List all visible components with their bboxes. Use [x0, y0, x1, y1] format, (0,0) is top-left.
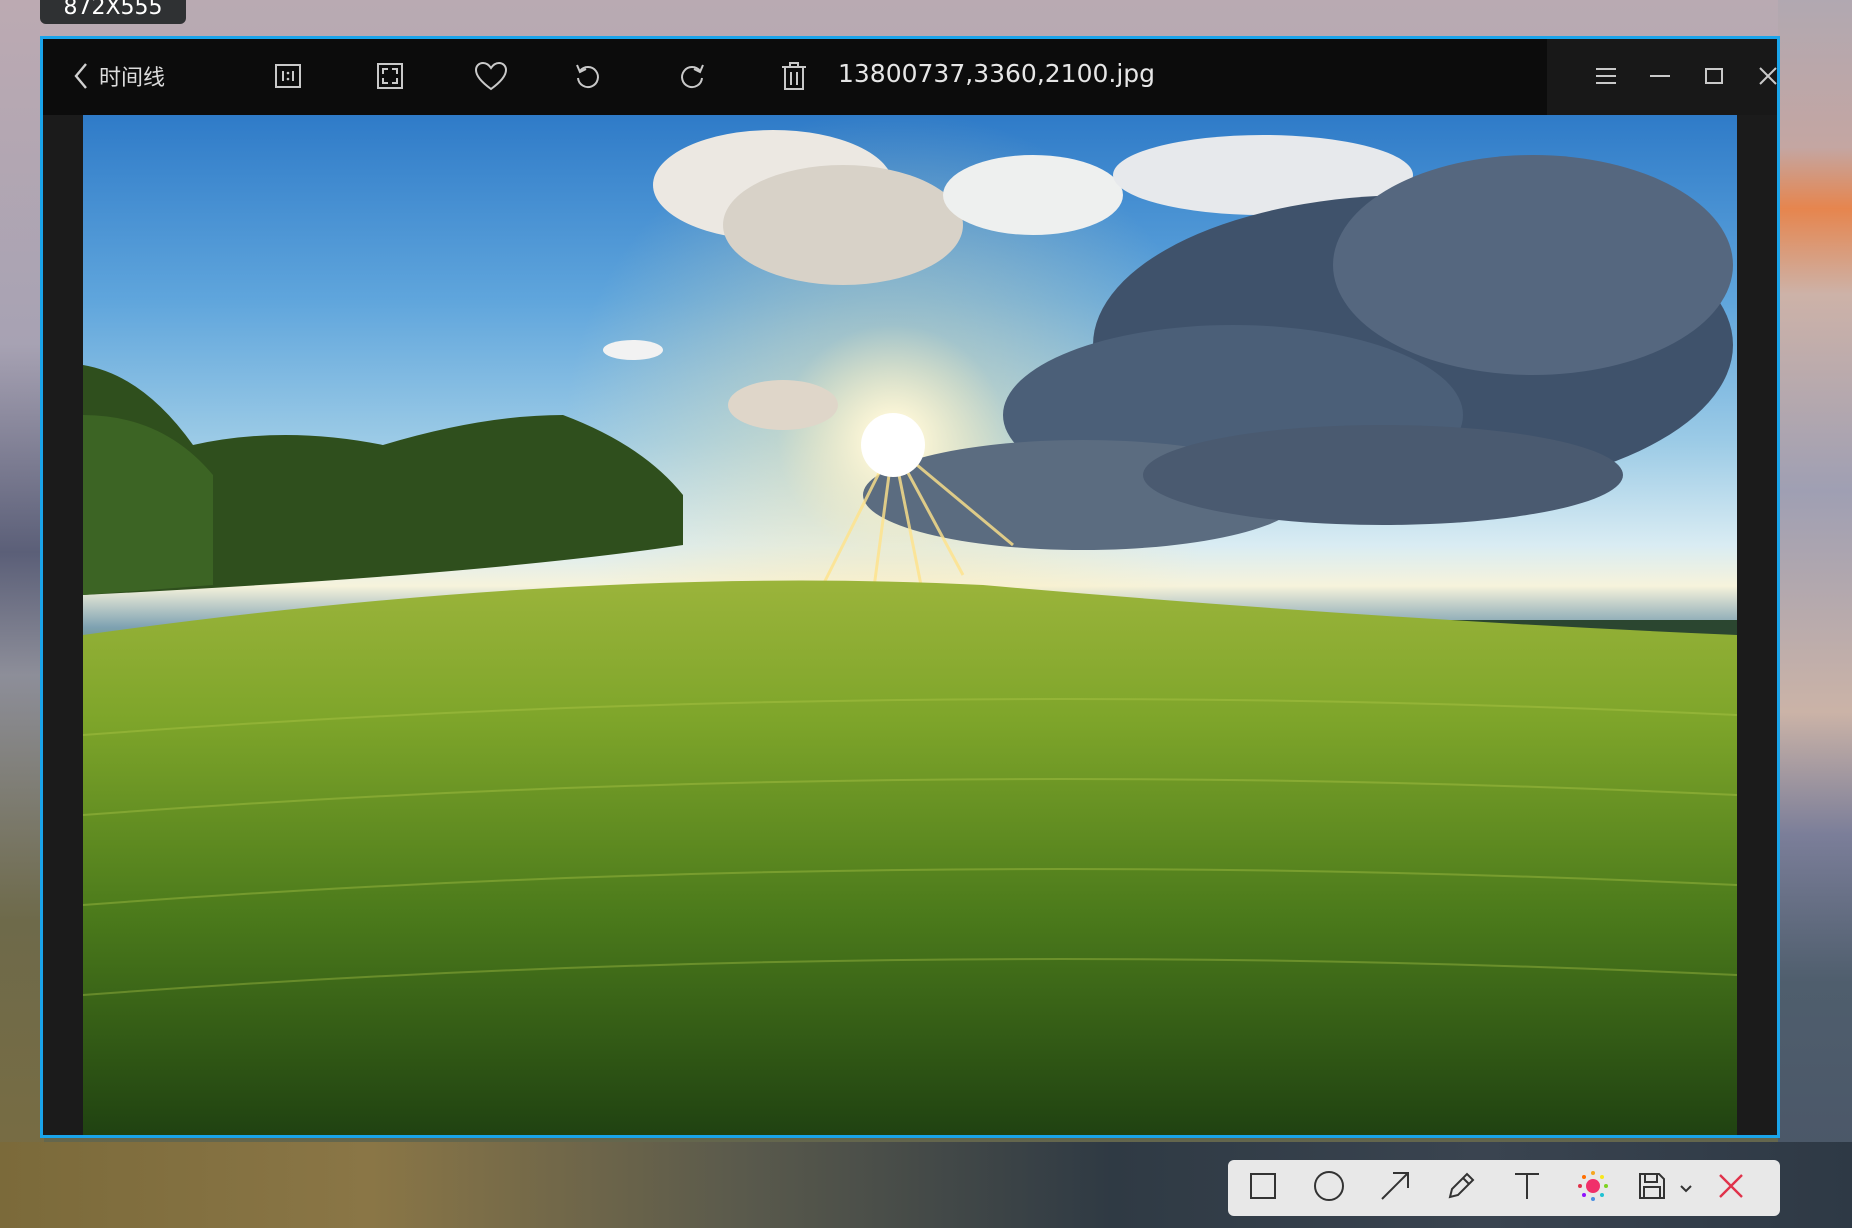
actual-size-button[interactable] — [265, 53, 311, 99]
close-button[interactable] — [1745, 53, 1777, 99]
menu-icon — [1595, 66, 1617, 86]
annotation-toolbar — [1228, 1160, 1780, 1216]
titlebar: 时间线 13800737,3360,2100.jpg — [43, 39, 1777, 115]
rotate-left-icon — [573, 61, 603, 91]
text-tool-button[interactable] — [1500, 1160, 1554, 1216]
back-label: 时间线 — [99, 66, 166, 91]
desktop-wallpaper-right — [1778, 0, 1852, 1228]
back-icon — [73, 62, 89, 90]
save-options-dropdown[interactable] — [1672, 1160, 1700, 1216]
photo-landscape-art — [83, 115, 1737, 1135]
pen-tool-button[interactable] — [1434, 1160, 1488, 1216]
arrow-tool-button[interactable] — [1368, 1160, 1422, 1216]
maximize-icon — [1704, 67, 1724, 85]
save-button[interactable] — [1632, 1160, 1672, 1216]
cancel-capture-button[interactable] — [1704, 1160, 1758, 1216]
rotate-right-button[interactable] — [669, 53, 715, 99]
capture-size-label: 872X555 — [40, 0, 186, 24]
actual-size-icon — [274, 63, 302, 89]
desktop-wallpaper-left — [0, 0, 44, 1228]
fit-screen-button[interactable] — [367, 53, 413, 99]
pen-icon — [1446, 1171, 1476, 1205]
rotate-left-button[interactable] — [565, 53, 611, 99]
image-filename: 13800737,3360,2100.jpg — [838, 59, 1156, 88]
dropdown-chevron-icon — [1679, 1179, 1693, 1198]
menu-button[interactable] — [1583, 53, 1629, 99]
color-picker-icon — [1576, 1169, 1610, 1207]
back-to-timeline-button[interactable]: 时间线 — [73, 53, 203, 99]
maximize-button[interactable] — [1691, 53, 1737, 99]
save-icon — [1638, 1172, 1666, 1204]
minimize-icon — [1649, 74, 1671, 78]
color-picker-button[interactable] — [1566, 1160, 1620, 1216]
rotate-right-icon — [677, 61, 707, 91]
delete-button[interactable] — [771, 53, 817, 99]
ellipse-tool-button[interactable] — [1302, 1160, 1356, 1216]
rectangle-tool-button[interactable] — [1236, 1160, 1290, 1216]
image-viewer-window: 时间线 13800737,3360,2100.jpg — [40, 36, 1780, 1138]
fit-screen-icon — [376, 62, 404, 90]
displayed-photo — [83, 115, 1737, 1135]
minimize-button[interactable] — [1637, 53, 1683, 99]
text-icon — [1513, 1171, 1541, 1205]
arrow-icon — [1379, 1170, 1411, 1206]
ellipse-icon — [1313, 1170, 1345, 1206]
favorite-icon — [474, 61, 508, 91]
cancel-icon — [1718, 1173, 1744, 1203]
delete-icon — [780, 61, 808, 91]
close-icon — [1758, 66, 1777, 86]
favorite-button[interactable] — [468, 53, 514, 99]
rectangle-icon — [1249, 1172, 1277, 1204]
